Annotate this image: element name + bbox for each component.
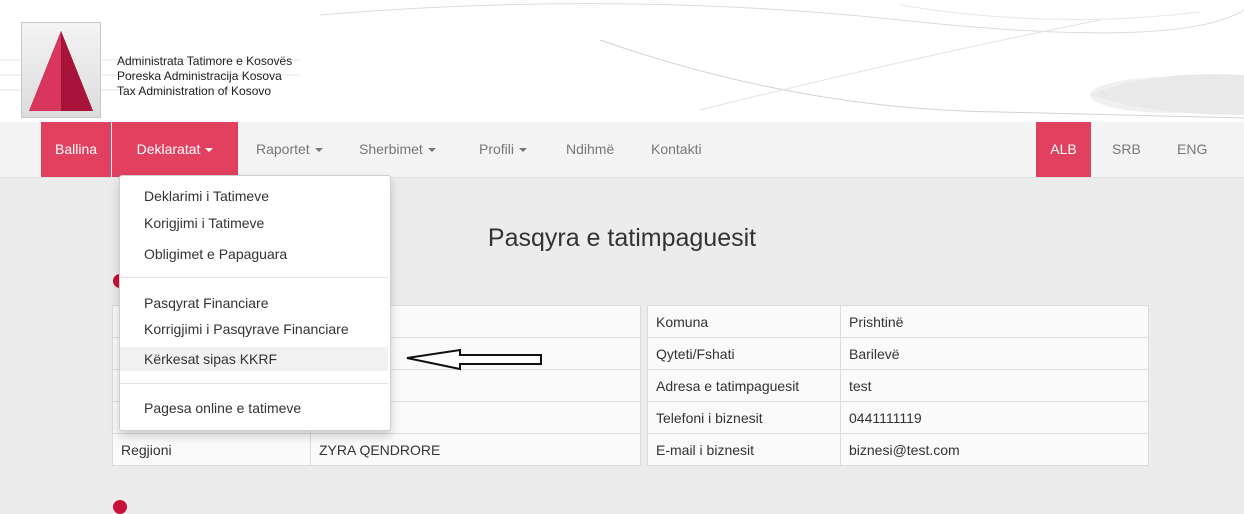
org-name-serbian: Poreska Administracija Kosova <box>117 69 282 83</box>
nav-deklaratat-label: Deklaratat <box>136 141 201 157</box>
table-cell-value: Barilevë <box>840 337 1149 370</box>
menu-item-pasqyrat-financiare[interactable]: Pasqyrat Financiare <box>120 291 388 315</box>
nav-raportet-label: Raportet <box>256 141 310 157</box>
nav-raportet[interactable]: Raportet <box>256 122 323 177</box>
table-row: E-mail i biznesit biznesi@test.com <box>647 433 1149 466</box>
table-cell-label: E-mail i biznesit <box>647 433 841 466</box>
table-row: Komuna Prishtinë <box>647 305 1149 338</box>
table-cell-value: 0441111119 <box>840 401 1149 434</box>
annotation-arrow-icon <box>406 348 542 371</box>
table-cell-value: ZYRA QENDRORE <box>310 433 641 466</box>
menu-item-pagesa-online-e-tatimeve[interactable]: Pagesa online e tatimeve <box>120 396 388 420</box>
lang-srb[interactable]: SRB <box>1112 122 1141 177</box>
table-row: Telefoni i biznesit 0441111119 <box>647 401 1149 434</box>
organization-names: Administrata Tatimore e Kosovës Poreska … <box>117 54 292 99</box>
nav-profili-label: Profili <box>479 141 515 157</box>
nav-ndihme[interactable]: Ndihmë <box>566 122 614 177</box>
menu-item-obligimet-e-papaguara[interactable]: Obligimet e Papaguara <box>120 242 388 266</box>
table-cell-value: biznesi@test.com <box>840 433 1149 466</box>
table-cell-label: Komuna <box>647 305 841 338</box>
nav-ndihme-label: Ndihmë <box>566 141 615 157</box>
nav-ballina[interactable]: Ballina <box>41 122 111 177</box>
table-cell-label: Qyteti/Fshati <box>647 337 841 370</box>
chevron-down-icon <box>427 148 436 153</box>
lang-eng[interactable]: ENG <box>1177 122 1207 177</box>
org-name-english: Tax Administration of Kosovo <box>117 84 272 98</box>
lang-alb[interactable]: ALB <box>1036 122 1091 177</box>
table-cell-label: Regjioni <box>112 433 311 466</box>
nav-profili[interactable]: Profili <box>479 122 528 177</box>
menu-divider <box>120 383 388 384</box>
lang-srb-label: SRB <box>1112 141 1141 157</box>
tak-logo[interactable] <box>21 22 101 118</box>
table-row: Regjioni ZYRA QENDRORE <box>112 433 641 466</box>
nav-sherbimet[interactable]: Sherbimet <box>359 122 436 177</box>
chevron-down-icon <box>314 148 323 153</box>
nav-deklaratat[interactable]: Deklaratat <box>112 122 238 177</box>
table-cell-label: Adresa e tatimpaguesit <box>647 369 841 402</box>
nav-kontakti-label: Kontakti <box>651 141 702 157</box>
nav-kontakti[interactable]: Kontakti <box>651 122 702 177</box>
lang-alb-label: ALB <box>1050 141 1077 157</box>
section-marker-icon <box>113 500 127 514</box>
menu-divider <box>120 277 388 278</box>
menu-item-korigjimi-i-tatimeve[interactable]: Korigjimi i Tatimeve <box>120 211 388 235</box>
nav-sherbimet-label: Sherbimet <box>359 141 423 157</box>
chevron-down-icon <box>519 148 528 153</box>
org-name-albanian: Administrata Tatimore e Kosovës <box>117 54 293 68</box>
taxpayer-info-table-right: Komuna Prishtinë Qyteti/Fshati Barilevë … <box>647 305 1149 466</box>
menu-item-deklarimi-i-tatimeve[interactable]: Deklarimi i Tatimeve <box>120 184 388 208</box>
table-cell-value: Prishtinë <box>840 305 1149 338</box>
table-cell-value: test <box>840 369 1149 402</box>
deklaratat-dropdown-menu: Deklarimi i Tatimeve Korigjimi i Tatimev… <box>119 175 391 431</box>
nav-ballina-label: Ballina <box>54 141 98 157</box>
menu-item-kerkesat-sipas-kkrf[interactable]: Kërkesat sipas KKRF <box>120 347 388 371</box>
table-row: Adresa e tatimpaguesit test <box>647 369 1149 402</box>
table-cell-label: Telefoni i biznesit <box>647 401 841 434</box>
chevron-down-icon <box>205 148 214 153</box>
site-header: Administrata Tatimore e Kosovës Poreska … <box>0 0 1244 122</box>
main-navbar: Ballina Deklaratat Raportet Sherbimet Pr… <box>0 122 1244 178</box>
logo-triangle-icon <box>29 31 93 111</box>
table-row: Qyteti/Fshati Barilevë <box>647 337 1149 370</box>
menu-item-korrigjimi-i-pasqyrave-financiare[interactable]: Korrigjimi i Pasqyrave Financiare <box>120 317 388 341</box>
lang-eng-label: ENG <box>1177 141 1208 157</box>
